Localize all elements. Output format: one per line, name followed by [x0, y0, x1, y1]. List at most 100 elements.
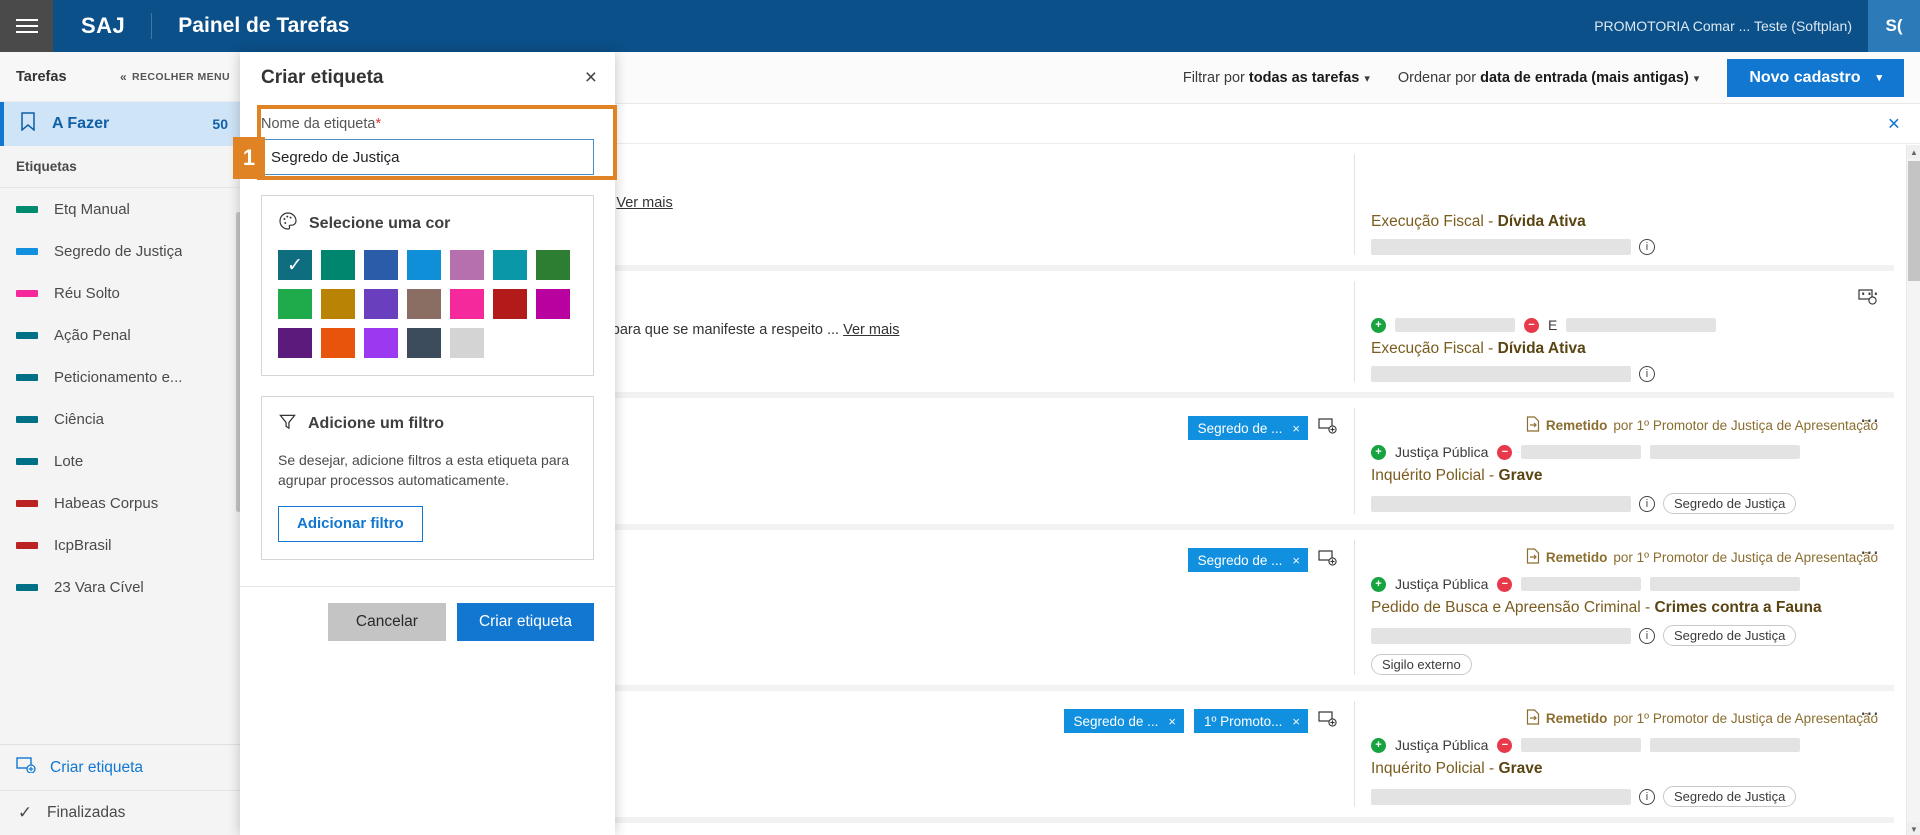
color-swatch[interactable]	[536, 250, 570, 280]
info-icon[interactable]: i	[1639, 789, 1655, 805]
more-options-icon[interactable]: ⋯	[1860, 544, 1880, 563]
sidebar-tag-item[interactable]: Segredo de Justiça	[0, 230, 244, 272]
new-registration-button[interactable]: Novo cadastro ▾	[1727, 59, 1904, 97]
more-options-icon[interactable]: ⋯	[1860, 705, 1880, 724]
color-swatch[interactable]	[364, 289, 398, 319]
redacted-party	[1650, 577, 1800, 591]
task-process-prefix: Execução Fiscal -	[1371, 340, 1498, 357]
color-swatch[interactable]	[407, 250, 441, 280]
task-process-meta: i Segredo de Justiça	[1371, 493, 1878, 514]
sidebar-item-criar-etiqueta[interactable]: Criar etiqueta	[0, 745, 245, 791]
party-minus-icon: −	[1524, 318, 1539, 333]
color-swatch[interactable]	[450, 250, 484, 280]
color-swatch[interactable]	[536, 289, 570, 319]
task-process-prefix: Pedido de Busca e Apreensão Criminal -	[1371, 599, 1654, 616]
sidebar-tag-item[interactable]: Ação Penal	[0, 314, 244, 356]
color-swatch[interactable]	[450, 289, 484, 319]
tag-color-swatch	[16, 542, 38, 549]
close-icon[interactable]: ×	[1292, 553, 1300, 568]
sort-dropdown[interactable]: Ordenar por data de entrada (mais antiga…	[1398, 70, 1699, 86]
task-tag-chip[interactable]: 1º Promoto...×	[1194, 709, 1308, 733]
color-swatch[interactable]	[321, 250, 355, 280]
close-icon[interactable]: ×	[1168, 714, 1176, 729]
redacted-process-number	[1371, 496, 1631, 512]
sidebar-item-a-fazer[interactable]: A Fazer 50	[0, 102, 244, 146]
task-tag-pill[interactable]: Sigilo externo	[1371, 654, 1472, 675]
task-tag-chip[interactable]: Segredo de ...×	[1188, 548, 1308, 572]
close-icon[interactable]: ×	[1292, 421, 1300, 436]
color-swatch[interactable]	[450, 328, 484, 358]
color-swatch[interactable]	[493, 289, 527, 319]
color-swatch[interactable]	[364, 328, 398, 358]
task-list-scrollbar[interactable]: ▲ ▼	[1906, 145, 1920, 835]
sidebar-tag-label: Ciência	[54, 411, 104, 428]
avatar[interactable]: S(	[1868, 0, 1920, 52]
task-process-title: Inquérito Policial - Grave	[1371, 760, 1878, 778]
close-icon[interactable]: ×	[1292, 714, 1300, 729]
filter-value: todas as tarefas	[1249, 70, 1359, 86]
add-tag-icon[interactable]	[1318, 550, 1338, 571]
sidebar-tag-item[interactable]: 23 Vara Cível	[0, 566, 244, 608]
scroll-up-icon[interactable]: ▲	[1907, 145, 1920, 159]
task-tag-pill[interactable]: Segredo de Justiça	[1663, 786, 1796, 807]
sidebar-tag-item[interactable]: Habeas Corpus	[0, 482, 244, 524]
sidebar-tag-list: Etq ManualSegredo de JustiçaRéu SoltoAçã…	[0, 188, 244, 608]
task-process-title: Pedido de Busca e Apreensão Criminal - C…	[1371, 599, 1878, 617]
add-tag-icon[interactable]	[1318, 418, 1338, 439]
tag-name-input[interactable]	[261, 139, 594, 175]
color-swatch[interactable]	[407, 289, 441, 319]
color-swatch[interactable]	[321, 289, 355, 319]
info-icon[interactable]: i	[1639, 239, 1655, 255]
task-tag-pill[interactable]: Segredo de Justiça	[1663, 493, 1796, 514]
sidebar-item-criar-etiqueta-label: Criar etiqueta	[50, 759, 143, 777]
color-swatch[interactable]	[493, 250, 527, 280]
task-tag-pill[interactable]: Segredo de Justiça	[1663, 625, 1796, 646]
redacted-party	[1566, 318, 1716, 332]
color-swatch[interactable]: ✓	[278, 250, 312, 280]
task-process-prefix: Inquérito Policial -	[1371, 760, 1499, 777]
sidebar-tag-item[interactable]: Lote	[0, 440, 244, 482]
sidebar-tag-item[interactable]: Peticionamento e...	[0, 356, 244, 398]
sidebar-bottom: Criar etiqueta ✓ Finalizadas	[0, 744, 245, 835]
close-icon[interactable]: ×	[1888, 113, 1900, 134]
sidebar-tag-item[interactable]: Etq Manual	[0, 188, 244, 230]
redacted-party	[1521, 577, 1641, 591]
more-options-icon[interactable]: ⋯	[1860, 285, 1880, 304]
top-bar-right: PROMOTORIA Comar ... Teste (Softplan) S(	[1594, 0, 1920, 52]
see-more-link[interactable]: Ver mais	[616, 195, 672, 211]
color-swatch[interactable]	[321, 328, 355, 358]
color-swatch[interactable]	[278, 289, 312, 319]
color-swatch[interactable]	[278, 328, 312, 358]
color-swatch[interactable]	[364, 250, 398, 280]
see-more-link[interactable]: Ver mais	[843, 322, 899, 338]
collapse-menu-button[interactable]: « RECOLHER MENU	[120, 70, 230, 84]
scroll-thumb[interactable]	[1908, 161, 1920, 281]
info-icon[interactable]: i	[1639, 366, 1655, 382]
sort-value: data de entrada (mais antigas)	[1480, 70, 1689, 86]
sidebar-tag-item[interactable]: IcpBrasil	[0, 524, 244, 566]
sidebar-item-finalizadas[interactable]: ✓ Finalizadas	[0, 791, 245, 835]
scroll-down-icon[interactable]: ▼	[1907, 822, 1920, 835]
sidebar-tag-label: Habeas Corpus	[54, 495, 158, 512]
task-tag-chip[interactable]: Segredo de ... ×	[1188, 416, 1308, 440]
more-options-icon[interactable]: ⋯	[1860, 412, 1880, 431]
close-icon[interactable]: ×	[585, 67, 597, 88]
add-filter-button[interactable]: Adicionar filtro	[278, 506, 423, 542]
chevron-left-double-icon: «	[120, 70, 127, 84]
bookmark-icon	[20, 112, 38, 136]
filter-prefix: Filtrar por	[1183, 70, 1249, 86]
toolbar-right: Filtrar por todas as tarefas▾ Ordenar po…	[1183, 59, 1904, 97]
create-tag-button[interactable]: Criar etiqueta	[457, 603, 594, 641]
cancel-button[interactable]: Cancelar	[328, 603, 446, 641]
hamburger-icon[interactable]	[0, 0, 53, 52]
sidebar-tag-item[interactable]: Réu Solto	[0, 272, 244, 314]
task-tag-chip-label: Segredo de ...	[1198, 421, 1283, 436]
info-icon[interactable]: i	[1639, 628, 1655, 644]
color-swatch[interactable]	[407, 328, 441, 358]
add-tag-icon[interactable]	[1318, 711, 1338, 732]
sidebar-tag-item[interactable]: Ciência	[0, 398, 244, 440]
filter-dropdown[interactable]: Filtrar por todas as tarefas▾	[1183, 70, 1370, 86]
info-icon[interactable]: i	[1639, 496, 1655, 512]
task-tag-chip[interactable]: Segredo de ...×	[1064, 709, 1184, 733]
task-process-strong: Crimes contra a Fauna	[1654, 599, 1821, 616]
